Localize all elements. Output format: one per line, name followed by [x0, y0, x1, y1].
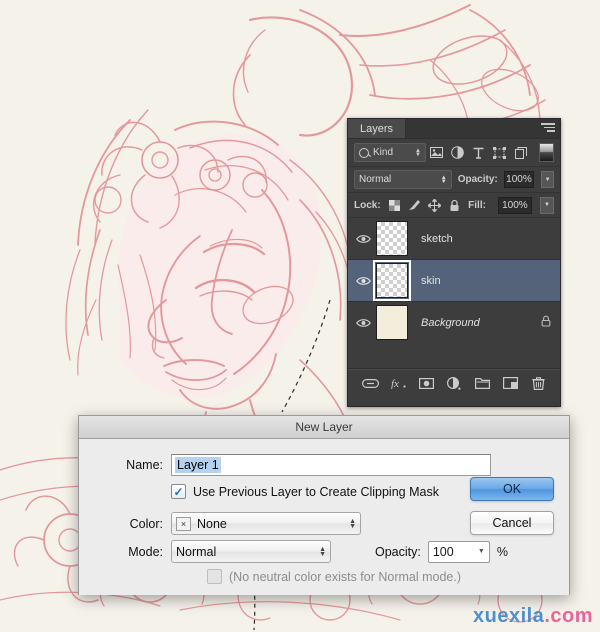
- panel-opacity-stepper[interactable]: ▼: [541, 171, 554, 188]
- table-row[interactable]: Background: [348, 302, 560, 342]
- layer-thumbnail[interactable]: [376, 305, 408, 340]
- layer-thumbnail[interactable]: [376, 221, 408, 256]
- smart-object-filter-icon[interactable]: [510, 143, 531, 162]
- color-select[interactable]: × None ▲ ▼: [171, 512, 361, 535]
- lock-image-pixels-icon[interactable]: [408, 198, 421, 212]
- tab-layers[interactable]: Layers: [348, 119, 407, 138]
- layer-visibility-eye-icon[interactable]: [352, 234, 374, 244]
- clipping-mask-checkbox[interactable]: ✓: [171, 484, 186, 499]
- layer-style-fx-icon[interactable]: fx: [390, 375, 407, 392]
- dialog-opacity-input[interactable]: 100 ▼: [427, 540, 490, 563]
- layer-locked-icon: [541, 315, 551, 330]
- table-row[interactable]: sketch: [348, 218, 560, 260]
- watermark-name: xuexila: [472, 605, 545, 627]
- panel-tab-bar: Layers: [348, 119, 560, 139]
- no-color-icon: ×: [176, 516, 191, 531]
- check-icon: ✓: [173, 484, 184, 499]
- percent-symbol: %: [496, 544, 508, 559]
- layer-visibility-eye-icon[interactable]: [352, 276, 374, 286]
- layers-list-empty-space: [348, 342, 560, 369]
- name-label: Name:: [126, 458, 163, 472]
- mode-select[interactable]: Normal ▲ ▼: [171, 540, 331, 563]
- chevron-updown-icon: ▲ ▼: [349, 517, 356, 530]
- search-icon: [359, 147, 369, 158]
- clipping-mask-row[interactable]: ✓ Use Previous Layer to Create Clipping …: [171, 484, 439, 499]
- dialog-title: New Layer: [295, 420, 353, 434]
- shape-layer-filter-icon[interactable]: [489, 143, 510, 162]
- cancel-button-label: Cancel: [492, 516, 532, 530]
- color-label: Color:: [129, 516, 163, 531]
- layer-name-input[interactable]: Layer 1: [171, 454, 491, 476]
- new-layer-icon[interactable]: [502, 375, 519, 392]
- clipping-mask-label: Use Previous Layer to Create Clipping Ma…: [193, 484, 439, 499]
- color-field-row: Color: × None ▲ ▼: [91, 512, 361, 535]
- cancel-button[interactable]: Cancel: [470, 511, 554, 535]
- neutral-color-row: (No neutral color exists for Normal mode…: [207, 569, 461, 584]
- layer-thumbnail[interactable]: [373, 260, 411, 301]
- panel-opacity-value[interactable]: 100%: [503, 171, 535, 188]
- blend-mode-value: Normal: [359, 174, 392, 185]
- lock-transparent-pixels-icon[interactable]: [388, 198, 401, 212]
- chevron-updown-icon: ▲ ▼: [319, 545, 326, 558]
- filter-kind-label: Kind: [373, 147, 394, 158]
- table-row[interactable]: skin: [348, 260, 560, 302]
- lock-all-icon[interactable]: [448, 198, 461, 212]
- link-layers-icon[interactable]: [361, 375, 379, 392]
- dialog-body: Name: Layer 1 ✓ Use Previous Layer to Cr…: [79, 439, 569, 595]
- layer-visibility-eye-icon[interactable]: [352, 318, 374, 328]
- layer-name: sketch: [421, 232, 453, 245]
- chevron-updown-icon: ▲ ▼: [440, 174, 447, 185]
- new-layer-dialog: New Layer Name: Layer 1 ✓ Use Previous L…: [78, 415, 570, 595]
- panel-menu-icon[interactable]: [539, 123, 555, 134]
- dialog-title-bar: New Layer: [79, 416, 569, 439]
- lock-row: Lock: Fill: 100% ▼: [348, 193, 560, 218]
- dialog-opacity-value: 100: [432, 544, 454, 559]
- lock-position-icon[interactable]: [427, 198, 441, 212]
- fill-label: Fill:: [468, 199, 486, 211]
- type-layer-filter-icon[interactable]: [468, 143, 489, 162]
- neutral-color-checkbox: [207, 569, 222, 584]
- ok-button[interactable]: OK: [470, 477, 554, 501]
- filter-kind-select[interactable]: Kind ▲ ▼: [354, 143, 426, 162]
- pixel-layer-filter-icon[interactable]: [426, 143, 447, 162]
- layer-name-input-value: Layer 1: [175, 457, 221, 473]
- delete-layer-icon[interactable]: [530, 375, 547, 392]
- color-value: None: [197, 516, 227, 531]
- layer-filter-row: Kind ▲ ▼: [348, 139, 560, 167]
- fill-stepper[interactable]: ▼: [539, 196, 555, 214]
- chevron-updown-icon: ▲ ▼: [415, 147, 421, 158]
- opacity-group: Opacity: 100 ▼ %: [375, 540, 508, 563]
- svg-text:fx: fx: [391, 378, 399, 389]
- new-group-icon[interactable]: [474, 375, 491, 392]
- ok-button-label: OK: [502, 482, 522, 496]
- fill-value[interactable]: 100%: [497, 196, 532, 214]
- adjustment-layer-filter-icon[interactable]: [447, 143, 468, 162]
- layers-panel-toolbar: fx: [348, 369, 560, 396]
- layers-list: sketch skin Background: [348, 218, 560, 342]
- mode-field-row: Mode: Normal ▲ ▼ Opacity: 100 ▼ %: [91, 540, 508, 563]
- layers-panel: Layers Kind ▲ ▼ Normal ▲ ▼ Opacity: 100%…: [347, 118, 561, 407]
- mode-label: Mode:: [128, 544, 163, 559]
- panel-opacity-label: Opacity:: [457, 174, 498, 185]
- tab-layers-label: Layers: [360, 122, 394, 135]
- blend-mode-select[interactable]: Normal ▲ ▼: [354, 170, 452, 189]
- filter-toggle-icon[interactable]: [539, 143, 554, 162]
- layer-name: skin: [421, 274, 441, 287]
- watermark-tld: .com: [544, 605, 593, 627]
- neutral-color-note: (No neutral color exists for Normal mode…: [229, 569, 462, 584]
- blend-mode-row: Normal ▲ ▼ Opacity: 100% ▼: [348, 167, 560, 193]
- dialog-opacity-label: Opacity:: [375, 544, 421, 559]
- add-layer-mask-icon[interactable]: [418, 375, 435, 392]
- new-adjustment-layer-icon[interactable]: [446, 375, 463, 392]
- layer-name: Background: [421, 316, 480, 329]
- lock-label: Lock:: [354, 199, 381, 211]
- chevron-down-icon[interactable]: ▼: [478, 548, 485, 555]
- name-field-row: Name: Layer 1: [91, 454, 491, 476]
- mode-value: Normal: [176, 544, 217, 559]
- tab-bar-filler: [406, 119, 560, 138]
- watermark: xuexila.com: [473, 605, 593, 628]
